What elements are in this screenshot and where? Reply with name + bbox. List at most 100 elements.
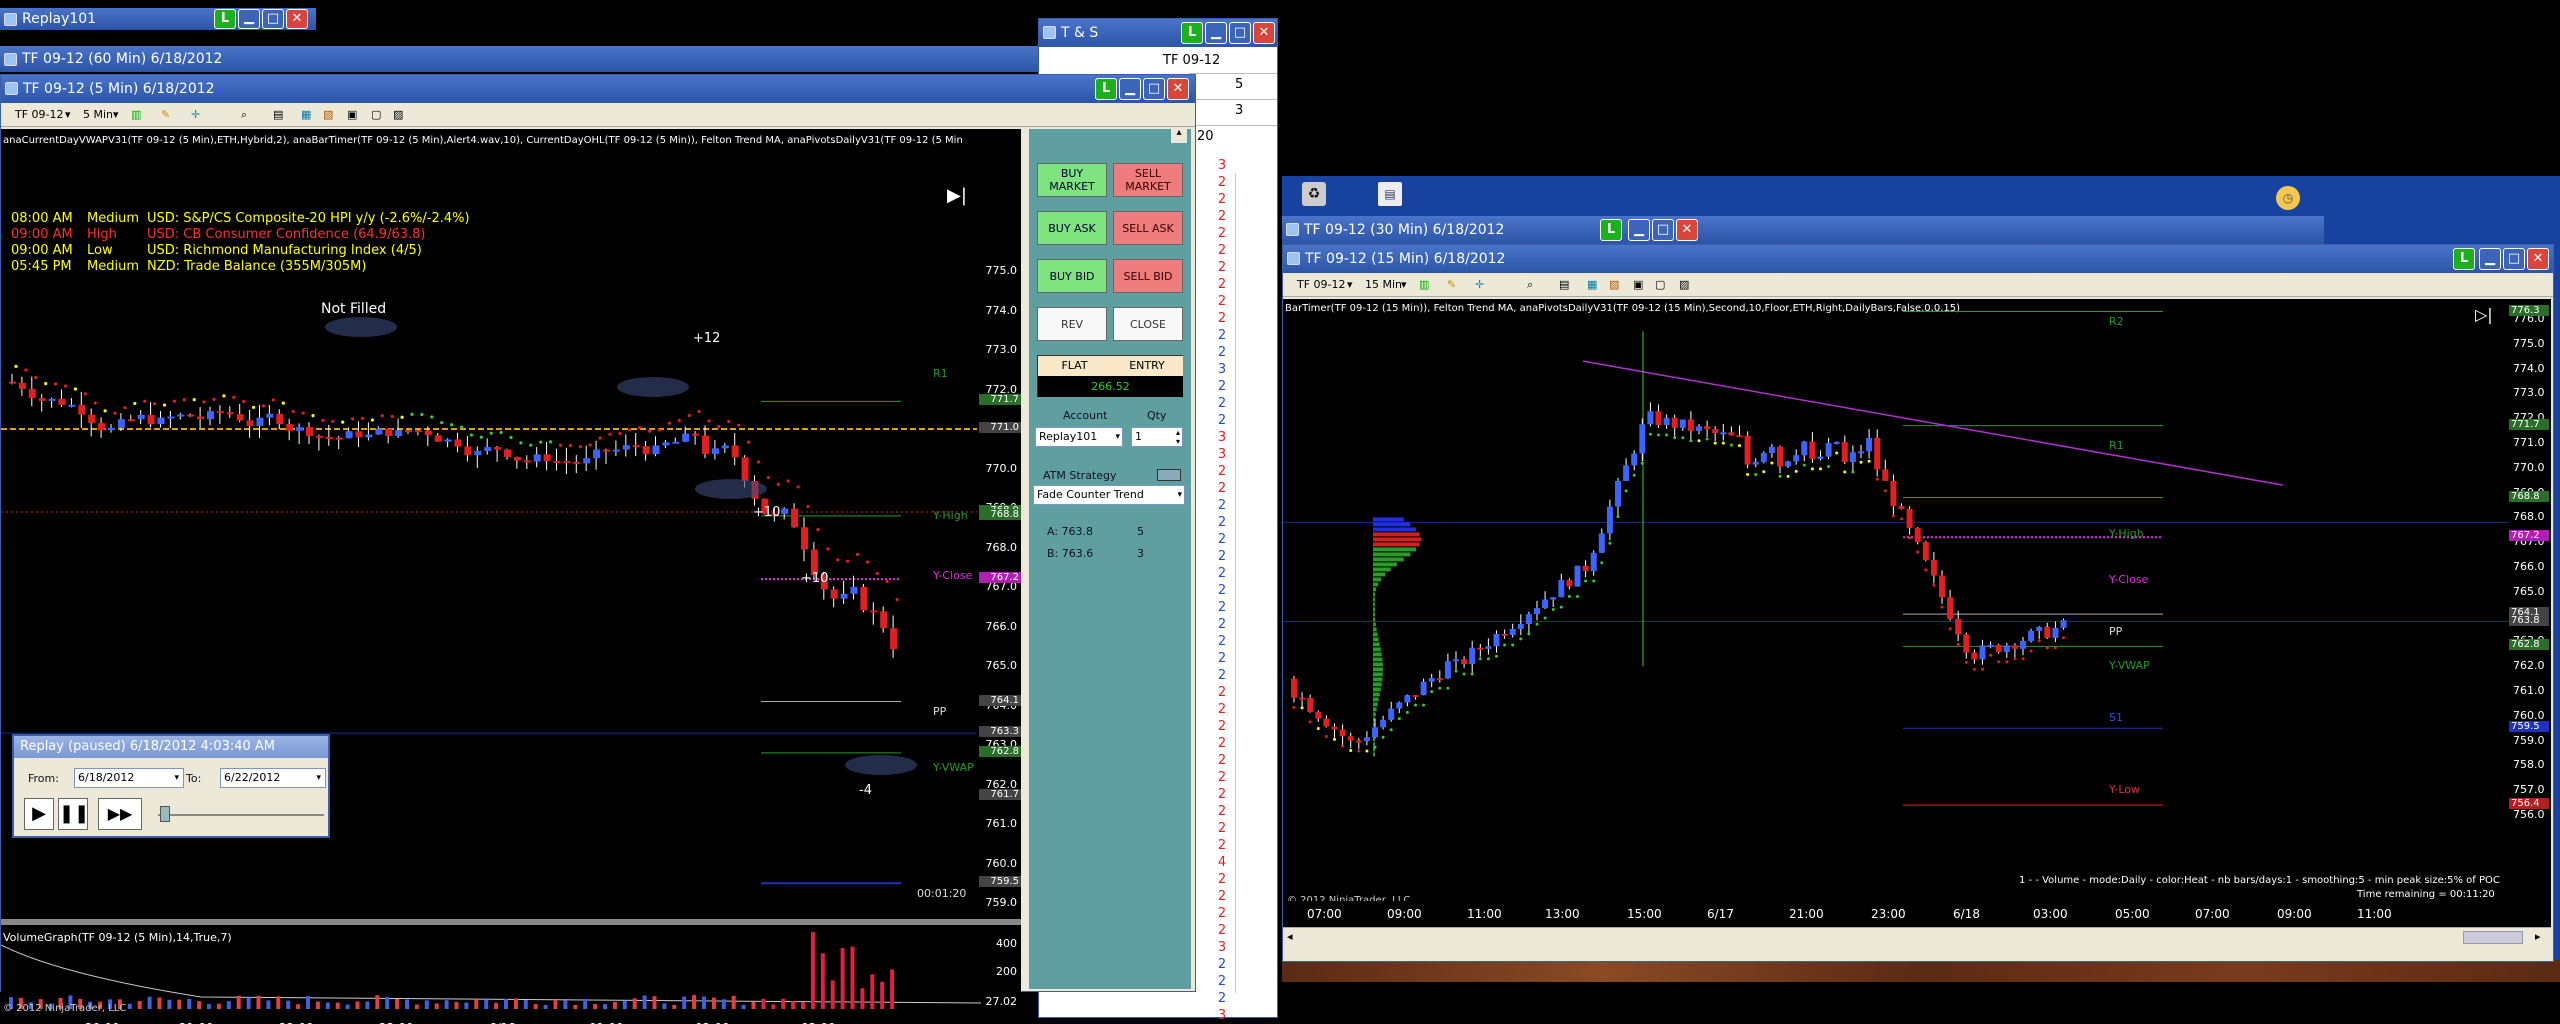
link-button[interactable]: L (1600, 219, 1622, 241)
ts-title-bar[interactable]: T & S L ▁ □ ✕ (1039, 19, 1277, 47)
instrument-selector[interactable]: TF 09-12 (1297, 273, 1346, 297)
panel-collapse-icon[interactable]: ▴ (1171, 127, 1187, 143)
trend-ma-dot (83, 392, 87, 396)
trend-ma-dot (1916, 550, 1920, 554)
minimize-button[interactable]: ▁ (1119, 78, 1141, 100)
chart-5min-title-bar[interactable]: TF 09-12 (5 Min) 6/18/2012 L ▁ □ ✕ (1, 75, 1195, 103)
sell-bid-button[interactable]: SELL BID (1113, 259, 1183, 293)
close-button[interactable]: ✕ (1676, 219, 1698, 241)
snapshot-icon[interactable]: ▨ (1679, 273, 1689, 297)
maximize-button[interactable]: □ (1652, 219, 1674, 241)
period-selector[interactable]: 5 Min (83, 103, 113, 127)
sell-ask-button[interactable]: SELL ASK (1113, 211, 1183, 245)
scroll-right-arrow[interactable]: ▸ (2535, 930, 2541, 943)
link-button[interactable]: L (1181, 22, 1203, 44)
scroll-left-arrow[interactable]: ◂ (1287, 930, 1293, 943)
price-chart-15min[interactable]: BarTimer(TF 09-12 (15 Min)), Felton Tren… (1283, 299, 2509, 927)
buy-ask-button[interactable]: BUY ASK (1037, 211, 1107, 245)
trend-ma-dot (489, 431, 493, 435)
from-date-input[interactable]: 6/18/2012 ▾ (74, 768, 184, 788)
candle-body (1768, 446, 1775, 454)
trend-ma-dot (2062, 636, 2065, 640)
minimize-button[interactable]: ▁ (238, 9, 260, 29)
pencil-icon[interactable]: ✎ (161, 103, 170, 127)
document-icon[interactable]: ▤ (1378, 182, 1402, 206)
data-box-icon[interactable]: ▢ (1655, 273, 1665, 297)
to-date-input[interactable]: 6/22/2012 ▾ (220, 768, 326, 788)
atm-strategy-select[interactable]: Fade Counter Trend ▾ (1033, 485, 1185, 505)
recycle-bin-icon[interactable]: ♻ (1302, 182, 1326, 206)
buy-bid-button[interactable]: BUY BID (1037, 259, 1107, 293)
sell-market-button[interactable]: SELL MARKET (1113, 163, 1183, 197)
indicators-icon[interactable]: ▦ (301, 103, 311, 127)
maximize-button[interactable]: □ (262, 9, 284, 29)
link-button[interactable]: L (2453, 248, 2475, 270)
clock-icon[interactable]: ◷ (2276, 186, 2300, 210)
slider-thumb[interactable] (160, 806, 170, 822)
strategies-icon[interactable]: ▧ (323, 103, 333, 127)
price-axis-5min[interactable]: 775.0774.0773.0772.0771.0770.0769.0768.0… (977, 129, 1021, 929)
properties-icon[interactable]: ▤ (1559, 273, 1569, 297)
account-select[interactable]: Replay101 ▾ (1035, 427, 1123, 447)
data-box-icon[interactable]: ▢ (371, 103, 381, 127)
pause-button[interactable]: ❚❚ (58, 798, 89, 830)
indicators-icon[interactable]: ▦ (1587, 273, 1597, 297)
bar-type-icon[interactable]: ▥ (1419, 273, 1429, 297)
volume-pane[interactable]: VolumeGraph(TF 09-12 (5 Min),14,True,7) … (1, 925, 1021, 1017)
period-selector[interactable]: 15 Min (1365, 273, 1402, 297)
volume-profile-bar (1373, 662, 1383, 667)
candle-body (365, 434, 373, 438)
trend-ma-dot (499, 430, 503, 435)
replay101-title-bar[interactable]: Replay101 L ▁ □ ✕ (0, 8, 316, 30)
bar-type-icon[interactable]: ▥ (131, 103, 141, 127)
zoom-icon[interactable]: ⌕ (241, 103, 247, 127)
link-button[interactable]: L (1095, 78, 1117, 100)
strategies-icon[interactable]: ▧ (1609, 273, 1619, 297)
replay-speed-slider[interactable] (158, 814, 324, 816)
crosshair-icon[interactable]: ✛ (191, 103, 200, 127)
replay-marker-icon[interactable]: ▷| (2475, 305, 2493, 324)
news-text: NZD: Trade Balance (355M/305M) (147, 259, 367, 274)
chart-60min-title-bar[interactable]: TF 09-12 (60 Min) 6/18/2012 (0, 46, 1040, 72)
atm-toggle[interactable] (1157, 469, 1181, 481)
trend-ma-dot (519, 441, 523, 445)
maximize-button[interactable]: □ (1229, 22, 1251, 44)
candle-body (1453, 659, 1459, 662)
chart-trader-icon[interactable]: ▣ (347, 103, 357, 127)
minimize-button[interactable]: ▁ (1205, 22, 1227, 44)
maximize-button[interactable]: □ (1143, 78, 1165, 100)
minimize-button[interactable]: ▁ (2479, 248, 2501, 270)
replay-marker-icon[interactable]: ▶| (947, 185, 969, 207)
snapshot-icon[interactable]: ▨ (393, 103, 403, 127)
replay-panel-title[interactable]: Replay (paused) 6/18/2012 4:03:40 AM (14, 736, 328, 758)
close-position-button[interactable]: CLOSE (1113, 307, 1183, 341)
horizontal-scrollbar[interactable]: ◂ ▸ (1283, 927, 2551, 947)
qty-stepper[interactable]: 1 ▴ ▾ (1131, 427, 1183, 447)
crosshair-icon[interactable]: ✛ (1475, 273, 1484, 297)
close-button[interactable]: ✕ (1253, 22, 1275, 44)
instrument-selector[interactable]: TF 09-12 (15, 103, 64, 127)
reverse-button[interactable]: REV (1037, 307, 1107, 341)
chart-trader-icon[interactable]: ▣ (1633, 273, 1643, 297)
close-button[interactable]: ✕ (286, 9, 308, 29)
maximize-button[interactable]: □ (2503, 248, 2525, 270)
minimize-button[interactable]: ▁ (1628, 219, 1650, 241)
play-button[interactable]: ▶ (24, 798, 54, 830)
scroll-thumb[interactable] (2463, 931, 2523, 944)
zoom-icon[interactable]: ⌕ (1527, 273, 1533, 297)
price-tick: 765.0 (2513, 584, 2545, 598)
properties-icon[interactable]: ▤ (273, 103, 283, 127)
trend-ma-dot (1389, 728, 1393, 732)
volume-bar (533, 1004, 538, 1009)
buy-market-button[interactable]: BUY MARKET (1037, 163, 1107, 197)
price-tag: 759.5 (2509, 721, 2549, 733)
time-tick: 11:00 (1467, 907, 1502, 921)
chart-15min-title-bar[interactable]: TF 09-12 (15 Min) 6/18/2012 L ▁ □ ✕ (1283, 245, 2553, 273)
chart-30min-title-bar[interactable]: TF 09-12 (30 Min) 6/18/2012 L ▁ □ ✕ (1282, 216, 2324, 244)
link-button[interactable]: L (214, 9, 236, 29)
price-axis-15min[interactable]: 776.0775.0774.0773.0772.0771.0770.0769.0… (2509, 299, 2551, 927)
close-button[interactable]: ✕ (2527, 248, 2549, 270)
close-button[interactable]: ✕ (1167, 78, 1189, 100)
fast-forward-button[interactable]: ▶▶ (98, 798, 142, 830)
pencil-icon[interactable]: ✎ (1447, 273, 1456, 297)
